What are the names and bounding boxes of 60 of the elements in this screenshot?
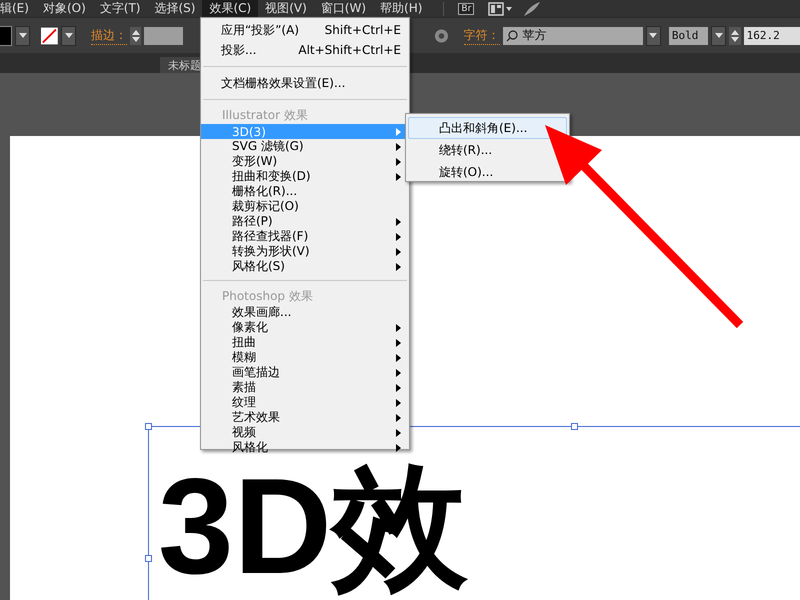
menu-item[interactable]: 文字(T) [92, 0, 148, 17]
menu-item[interactable]: 纹理 [201, 395, 409, 410]
character-label: 字符： [464, 26, 500, 44]
caret-icon [64, 33, 73, 38]
caret-icon [649, 33, 658, 38]
menu-item[interactable]: 风格化 [201, 440, 409, 455]
menu-item[interactable]: 裁剪标记(O) [201, 199, 409, 214]
menu-section-header: Illustrator 效果 [221, 107, 309, 124]
fill-swatch[interactable] [0, 26, 12, 46]
globe-icon[interactable] [434, 28, 449, 44]
caret-icon [714, 33, 723, 38]
menu-section-header: Photoshop 效果 [221, 288, 314, 305]
dropdown-button[interactable] [711, 26, 726, 46]
menu-item[interactable]: 视频 [201, 425, 409, 440]
selection-handle[interactable] [571, 423, 578, 430]
bridge-button[interactable]: Br [458, 2, 474, 14]
stroke-weight-field[interactable] [144, 26, 184, 44]
menu-item[interactable]: 应用“投影”(A) Shift+Ctrl+E [201, 20, 409, 40]
dropdown-button[interactable] [61, 26, 76, 46]
layout-icon[interactable] [488, 2, 514, 16]
menu-item[interactable]: 扭曲和变换(D) [201, 169, 409, 184]
selection-handle[interactable] [145, 423, 152, 430]
menu-item[interactable]: 像素化 [201, 320, 409, 335]
menu-item[interactable]: 模糊 [201, 350, 409, 365]
menu-item[interactable]: 辑(E) [0, 0, 36, 17]
menu-item[interactable]: 窗口(W) [314, 0, 374, 17]
no-stroke-swatch[interactable] [41, 26, 58, 44]
search-icon [506, 30, 520, 42]
dropdown-button[interactable] [646, 26, 661, 46]
dropdown-button[interactable] [15, 26, 30, 46]
menu-item[interactable]: 艺术效果 [201, 410, 409, 425]
font-size-field[interactable]: 162.2 [744, 26, 800, 44]
font-field[interactable]: 苹方 [502, 26, 643, 44]
feather-icon[interactable] [522, 0, 542, 16]
menu-item[interactable]: 选择(S) [147, 0, 202, 17]
menu-item[interactable]: 画笔描边 [201, 365, 409, 380]
menu-item[interactable]: 风格化(S) [201, 259, 409, 274]
menu-item[interactable]: 投影... Alt+Shift+Ctrl+E [201, 40, 409, 60]
stepper-button[interactable] [729, 26, 741, 44]
menu-item[interactable]: 栅格化(R)... [201, 184, 409, 199]
menu-item[interactable]: 素描 [201, 380, 409, 395]
menu-item[interactable]: 路径查找器(F) [201, 229, 409, 244]
menu-item[interactable]: 文档栅格效果设置(E)... [201, 73, 409, 93]
menu-item[interactable]: 凸出和斜角(E)... [408, 117, 567, 139]
menu-item[interactable]: 路径(P) [201, 214, 409, 229]
menu-item[interactable]: 转换为形状(V) [201, 244, 409, 259]
stepper-button[interactable] [130, 26, 142, 44]
selection-handle[interactable] [145, 555, 152, 562]
menu-item[interactable]: 效果(C) [202, 0, 258, 17]
menu-item[interactable]: 变形(W) [201, 154, 409, 169]
menu-item[interactable]: 对象(O) [36, 0, 93, 17]
menu-item[interactable]: 帮助(H) [373, 0, 430, 17]
menu-item[interactable]: 效果画廊... [201, 305, 409, 320]
menu-item[interactable]: SVG 滤镜(G) [201, 139, 409, 154]
font-style-field[interactable]: Bold [668, 26, 708, 44]
stroke-label: 描边： [91, 26, 128, 44]
menu-item[interactable]: 视图(V) [258, 0, 314, 17]
menu-item[interactable]: 扭曲 [201, 335, 409, 350]
caret-icon [18, 33, 27, 38]
artboard-text: 3D效 [158, 458, 468, 594]
